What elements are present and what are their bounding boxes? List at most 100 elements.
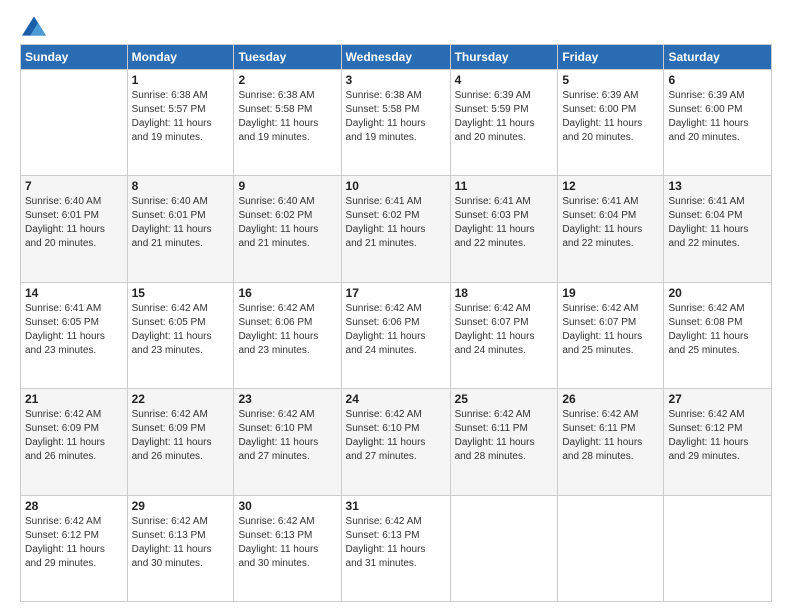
day-info: Sunrise: 6:40 AMSunset: 6:02 PMDaylight:… bbox=[238, 195, 336, 251]
calendar-cell: 10 Sunrise: 6:41 AMSunset: 6:02 PMDayligh… bbox=[341, 176, 450, 282]
calendar-cell: 14 Sunrise: 6:41 AMSunset: 6:05 PMDayligh… bbox=[21, 282, 128, 388]
day-number: 12 bbox=[562, 179, 659, 193]
calendar-week-row: 14 Sunrise: 6:41 AMSunset: 6:05 PMDayligh… bbox=[21, 282, 772, 388]
day-info: Sunrise: 6:42 AMSunset: 6:09 PMDaylight:… bbox=[25, 408, 123, 464]
calendar-cell: 1Sunrise: 6:38 AMSunset: 5:57 PMDaylight… bbox=[127, 70, 234, 176]
day-info: Sunrise: 6:41 AMSunset: 6:04 PMDaylight:… bbox=[562, 195, 659, 251]
calendar-cell: 31 Sunrise: 6:42 AMSunset: 6:13 PMDayligh… bbox=[341, 495, 450, 601]
weekday-header: Wednesday bbox=[341, 45, 450, 70]
day-info: Sunrise: 6:38 AMSunset: 5:58 PMDaylight:… bbox=[346, 89, 446, 145]
day-info: Sunrise: 6:40 AMSunset: 6:01 PMDaylight:… bbox=[132, 195, 230, 251]
day-info: Sunrise: 6:42 AMSunset: 6:13 PMDaylight:… bbox=[238, 515, 336, 571]
logo-icon bbox=[22, 16, 46, 36]
day-info: Sunrise: 6:42 AMSunset: 6:08 PMDaylight:… bbox=[668, 302, 767, 358]
header bbox=[20, 16, 772, 36]
day-info: Sunrise: 6:42 AMSunset: 6:13 PMDaylight:… bbox=[346, 515, 446, 571]
day-number: 27 bbox=[668, 392, 767, 406]
day-number: 16 bbox=[238, 286, 336, 300]
calendar-cell bbox=[450, 495, 558, 601]
calendar-cell: 17Sunrise: 6:42 AMSunset: 6:06 PMDayligh… bbox=[341, 282, 450, 388]
calendar-cell: 26 Sunrise: 6:42 AMSunset: 6:11 PMDayligh… bbox=[558, 389, 664, 495]
calendar-cell: 30 Sunrise: 6:42 AMSunset: 6:13 PMDayligh… bbox=[234, 495, 341, 601]
day-number: 23 bbox=[238, 392, 336, 406]
weekday-header: Friday bbox=[558, 45, 664, 70]
day-number: 19 bbox=[562, 286, 659, 300]
calendar-cell: 19 Sunrise: 6:42 AMSunset: 6:07 PMDayligh… bbox=[558, 282, 664, 388]
day-number: 10 bbox=[346, 179, 446, 193]
calendar-cell: 11Sunrise: 6:41 AMSunset: 6:03 PMDayligh… bbox=[450, 176, 558, 282]
weekday-header: Tuesday bbox=[234, 45, 341, 70]
calendar-cell bbox=[21, 70, 128, 176]
calendar-cell: 8 Sunrise: 6:40 AMSunset: 6:01 PMDaylight… bbox=[127, 176, 234, 282]
calendar-cell: 3 Sunrise: 6:38 AMSunset: 5:58 PMDaylight… bbox=[341, 70, 450, 176]
day-number: 29 bbox=[132, 499, 230, 513]
calendar-cell: 21 Sunrise: 6:42 AMSunset: 6:09 PMDayligh… bbox=[21, 389, 128, 495]
page: SundayMondayTuesdayWednesdayThursdayFrid… bbox=[0, 0, 792, 612]
day-info: Sunrise: 6:42 AMSunset: 6:11 PMDaylight:… bbox=[562, 408, 659, 464]
day-number: 31 bbox=[346, 499, 446, 513]
calendar-cell: 24Sunrise: 6:42 AMSunset: 6:10 PMDayligh… bbox=[341, 389, 450, 495]
day-number: 28 bbox=[25, 499, 123, 513]
calendar-cell: 2Sunrise: 6:38 AMSunset: 5:58 PMDaylight… bbox=[234, 70, 341, 176]
day-number: 7 bbox=[25, 179, 123, 193]
calendar-cell: 18 Sunrise: 6:42 AMSunset: 6:07 PMDayligh… bbox=[450, 282, 558, 388]
day-number: 25 bbox=[455, 392, 554, 406]
day-number: 26 bbox=[562, 392, 659, 406]
calendar-week-row: 1Sunrise: 6:38 AMSunset: 5:57 PMDaylight… bbox=[21, 70, 772, 176]
day-number: 8 bbox=[132, 179, 230, 193]
day-info: Sunrise: 6:40 AMSunset: 6:01 PMDaylight:… bbox=[25, 195, 123, 251]
weekday-header: Sunday bbox=[21, 45, 128, 70]
calendar-cell bbox=[664, 495, 772, 601]
day-info: Sunrise: 6:38 AMSunset: 5:58 PMDaylight:… bbox=[238, 89, 336, 145]
calendar-cell: 27 Sunrise: 6:42 AMSunset: 6:12 PMDayligh… bbox=[664, 389, 772, 495]
day-number: 18 bbox=[455, 286, 554, 300]
day-info: Sunrise: 6:42 AMSunset: 6:05 PMDaylight:… bbox=[132, 302, 230, 358]
day-number: 22 bbox=[132, 392, 230, 406]
weekday-header: Monday bbox=[127, 45, 234, 70]
day-info: Sunrise: 6:41 AMSunset: 6:05 PMDaylight:… bbox=[25, 302, 123, 358]
calendar-cell: 28 Sunrise: 6:42 AMSunset: 6:12 PMDayligh… bbox=[21, 495, 128, 601]
weekday-header: Saturday bbox=[664, 45, 772, 70]
day-number: 17 bbox=[346, 286, 446, 300]
calendar-cell: 6 Sunrise: 6:39 AMSunset: 6:00 PMDaylight… bbox=[664, 70, 772, 176]
day-info: Sunrise: 6:41 AMSunset: 6:03 PMDaylight:… bbox=[455, 195, 554, 251]
weekday-header: Thursday bbox=[450, 45, 558, 70]
calendar-cell: 22Sunrise: 6:42 AMSunset: 6:09 PMDayligh… bbox=[127, 389, 234, 495]
day-number: 15 bbox=[132, 286, 230, 300]
day-number: 3 bbox=[346, 73, 446, 87]
day-number: 9 bbox=[238, 179, 336, 193]
calendar-cell: 29 Sunrise: 6:42 AMSunset: 6:13 PMDayligh… bbox=[127, 495, 234, 601]
day-number: 13 bbox=[668, 179, 767, 193]
logo bbox=[20, 16, 46, 36]
calendar-cell: 4Sunrise: 6:39 AMSunset: 5:59 PMDaylight… bbox=[450, 70, 558, 176]
day-number: 6 bbox=[668, 73, 767, 87]
day-number: 4 bbox=[455, 73, 554, 87]
calendar-cell bbox=[558, 495, 664, 601]
day-info: Sunrise: 6:39 AMSunset: 6:00 PMDaylight:… bbox=[562, 89, 659, 145]
calendar-cell: 15 Sunrise: 6:42 AMSunset: 6:05 PMDayligh… bbox=[127, 282, 234, 388]
calendar-body: 1Sunrise: 6:38 AMSunset: 5:57 PMDaylight… bbox=[21, 70, 772, 602]
day-info: Sunrise: 6:42 AMSunset: 6:07 PMDaylight:… bbox=[562, 302, 659, 358]
day-number: 21 bbox=[25, 392, 123, 406]
day-info: Sunrise: 6:41 AMSunset: 6:02 PMDaylight:… bbox=[346, 195, 446, 251]
day-info: Sunrise: 6:39 AMSunset: 6:00 PMDaylight:… bbox=[668, 89, 767, 145]
day-info: Sunrise: 6:38 AMSunset: 5:57 PMDaylight:… bbox=[132, 89, 230, 145]
day-info: Sunrise: 6:42 AMSunset: 6:10 PMDaylight:… bbox=[346, 408, 446, 464]
calendar-cell: 23Sunrise: 6:42 AMSunset: 6:10 PMDayligh… bbox=[234, 389, 341, 495]
calendar-cell: 16 Sunrise: 6:42 AMSunset: 6:06 PMDayligh… bbox=[234, 282, 341, 388]
calendar-cell: 12 Sunrise: 6:41 AMSunset: 6:04 PMDayligh… bbox=[558, 176, 664, 282]
calendar-cell: 13Sunrise: 6:41 AMSunset: 6:04 PMDayligh… bbox=[664, 176, 772, 282]
day-info: Sunrise: 6:42 AMSunset: 6:12 PMDaylight:… bbox=[668, 408, 767, 464]
day-number: 30 bbox=[238, 499, 336, 513]
calendar-week-row: 7 Sunrise: 6:40 AMSunset: 6:01 PMDaylight… bbox=[21, 176, 772, 282]
day-info: Sunrise: 6:42 AMSunset: 6:07 PMDaylight:… bbox=[455, 302, 554, 358]
day-info: Sunrise: 6:42 AMSunset: 6:12 PMDaylight:… bbox=[25, 515, 123, 571]
calendar-header-row: SundayMondayTuesdayWednesdayThursdayFrid… bbox=[21, 45, 772, 70]
calendar-table: SundayMondayTuesdayWednesdayThursdayFrid… bbox=[20, 44, 772, 602]
day-info: Sunrise: 6:42 AMSunset: 6:13 PMDaylight:… bbox=[132, 515, 230, 571]
day-number: 14 bbox=[25, 286, 123, 300]
calendar-week-row: 28 Sunrise: 6:42 AMSunset: 6:12 PMDayligh… bbox=[21, 495, 772, 601]
day-info: Sunrise: 6:42 AMSunset: 6:06 PMDaylight:… bbox=[238, 302, 336, 358]
day-number: 20 bbox=[668, 286, 767, 300]
calendar-cell: 9 Sunrise: 6:40 AMSunset: 6:02 PMDaylight… bbox=[234, 176, 341, 282]
